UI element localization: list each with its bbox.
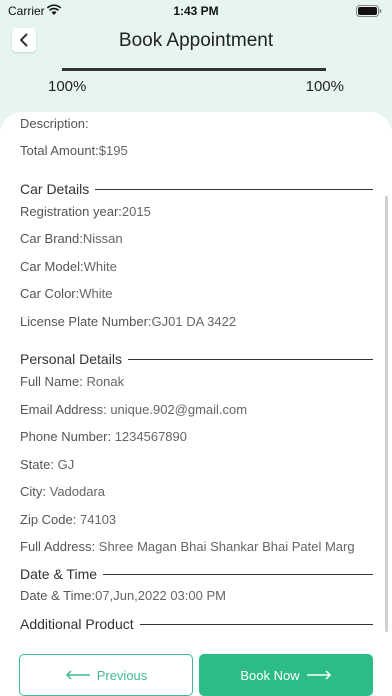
book-now-button[interactable]: Book Now xyxy=(199,654,373,696)
field-label: Full Address: xyxy=(20,539,96,554)
field-label: Phone Number: xyxy=(20,429,112,444)
scrollbar[interactable] xyxy=(385,196,388,632)
status-time: 1:43 PM xyxy=(173,4,219,18)
previous-button[interactable]: Previous xyxy=(19,654,193,696)
field-value: 74103 xyxy=(80,512,117,527)
total-amount-row: Total Amount:$195 xyxy=(20,143,128,158)
progress-bar xyxy=(62,68,326,71)
divider xyxy=(127,358,373,360)
date-time-title: Date & Time xyxy=(20,566,98,582)
total-amount-value: $195 xyxy=(98,143,128,158)
arrow-left-icon xyxy=(65,670,90,680)
field-label: City: xyxy=(20,484,46,499)
date-time-header: Date & Time xyxy=(20,565,373,583)
divider xyxy=(95,188,373,190)
additional-product-title: Additional Product xyxy=(20,616,134,632)
field-label: Registration year: xyxy=(20,204,122,219)
car-model-row: Car Model:White xyxy=(20,259,117,274)
registration-year-row: Registration year:2015 xyxy=(20,204,151,219)
license-plate-row: License Plate Number:GJ01 DA 3422 xyxy=(20,314,236,329)
field-label: State: xyxy=(20,457,54,472)
field-label: Date & Time: xyxy=(20,588,96,603)
previous-label: Previous xyxy=(96,667,148,683)
date-time-row: Date & Time:07,Jun,2022 03:00 PM xyxy=(20,588,226,603)
personal-details-title: Personal Details xyxy=(20,351,122,367)
nav-bar: Book Appointment xyxy=(0,26,392,60)
description-row: Description: xyxy=(20,116,89,131)
field-value: unique.902@gmail.com xyxy=(110,402,248,417)
description-label: Description: xyxy=(20,116,89,131)
divider xyxy=(139,623,373,625)
field-label: License Plate Number: xyxy=(20,314,152,329)
summary-scroll-area[interactable]: Description: Total Amount:$195 Car Detai… xyxy=(20,112,375,637)
total-amount-label: Total Amount: xyxy=(20,143,99,158)
field-label: Email Address: xyxy=(20,402,107,417)
car-details-title: Car Details xyxy=(20,181,90,197)
field-value: GJ xyxy=(57,457,75,472)
full-address-row: Full Address: Shree Magan Bhai Shankar B… xyxy=(20,539,355,554)
book-now-label: Book Now xyxy=(240,667,300,683)
zip-code-row: Zip Code: 74103 xyxy=(20,512,116,527)
state-row: State: GJ xyxy=(20,457,74,472)
field-value: 2015 xyxy=(121,204,151,219)
additional-product-header: Additional Product xyxy=(20,615,373,633)
field-label: Full Name: xyxy=(20,374,83,389)
field-value: Shree Magan Bhai Shankar Bhai Patel Marg xyxy=(98,539,355,554)
field-value: White xyxy=(79,286,113,301)
email-row: Email Address: unique.902@gmail.com xyxy=(20,402,247,417)
city-row: City: Vadodara xyxy=(20,484,105,499)
divider xyxy=(103,573,373,575)
car-color-row: Car Color:White xyxy=(20,286,112,301)
phone-row: Phone Number: 1234567890 xyxy=(20,429,187,444)
field-value: Vadodara xyxy=(49,484,106,499)
field-label: Zip Code: xyxy=(20,512,77,527)
status-bar: Carrier 1:43 PM xyxy=(0,0,392,22)
field-value: Ronak xyxy=(86,374,125,389)
booking-summary-card: Description: Total Amount:$195 Car Detai… xyxy=(0,112,392,696)
field-value: Nissan xyxy=(82,231,123,246)
car-details-header: Car Details xyxy=(20,180,373,198)
page-title: Book Appointment xyxy=(118,30,274,51)
full-name-row: Full Name: Ronak xyxy=(20,374,124,389)
personal-details-header: Personal Details xyxy=(20,350,373,368)
progress-left-label: 100% xyxy=(48,78,87,95)
field-value: White xyxy=(83,259,117,274)
field-value: 07,Jun,2022 03:00 PM xyxy=(95,588,226,603)
car-brand-row: Car Brand:Nissan xyxy=(20,231,123,246)
field-value: GJ01 DA 3422 xyxy=(151,314,237,329)
field-label: Car Brand: xyxy=(20,231,83,246)
field-label: Car Color: xyxy=(20,286,80,301)
progress-indicator: 100% 100% xyxy=(0,66,392,100)
progress-right-label: 100% xyxy=(305,78,344,95)
field-value: 1234567890 xyxy=(114,429,187,444)
battery-icon xyxy=(356,5,382,17)
arrow-right-icon xyxy=(306,670,331,680)
field-label: Car Model: xyxy=(20,259,84,274)
